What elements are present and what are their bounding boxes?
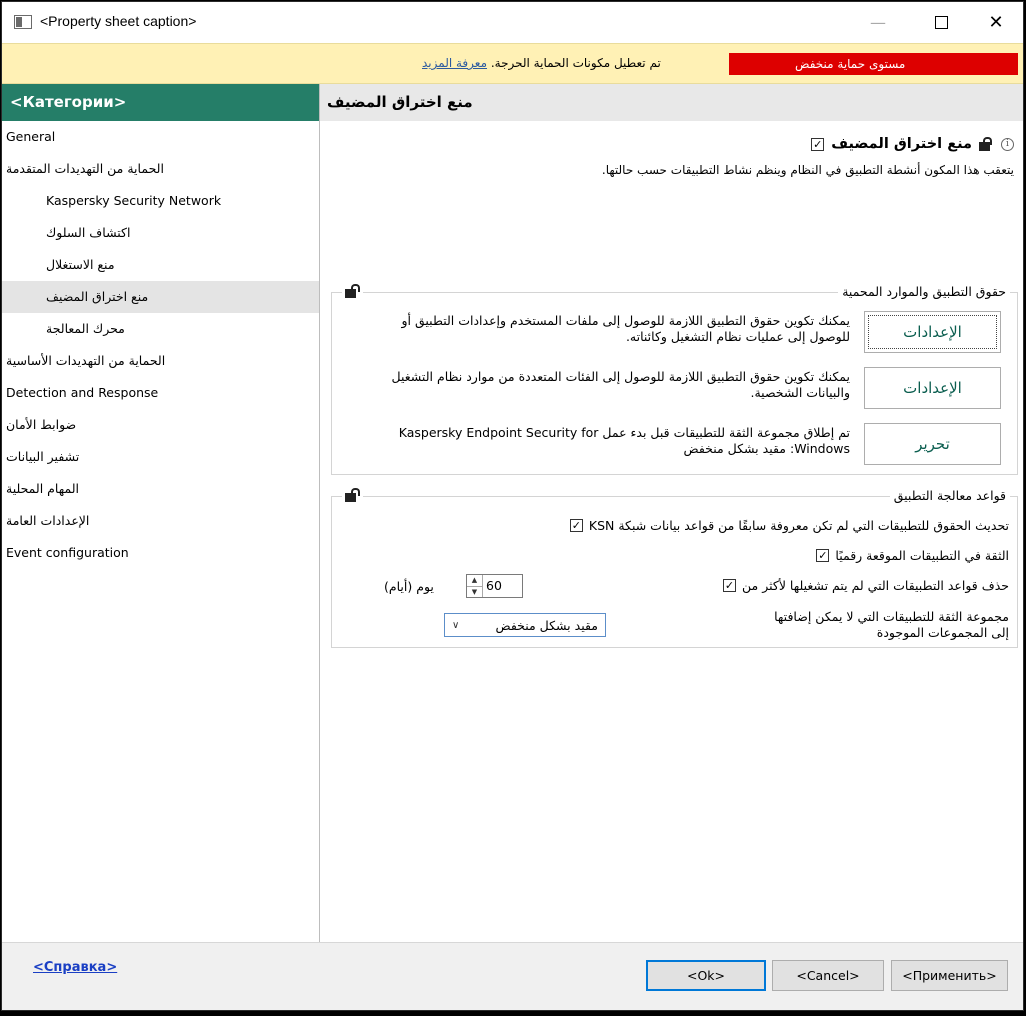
dialog-button-bar: <Справка> <Ok> <Cancel> <Применить>	[2, 942, 1023, 1010]
app-rights-group-title: حقوق التطبيق والموارد المحمية	[838, 284, 1010, 299]
app-processing-rules-group-title: قواعد معالجة التطبيق	[889, 488, 1010, 503]
open-lock-icon	[345, 284, 360, 298]
title-bar: <Property sheet caption> — ✕	[2, 2, 1023, 43]
sidebar-item[interactable]: General	[2, 121, 319, 153]
protection-warning-banner: تم تعطيل مكونات الحماية الحرجة. معرفة ال…	[2, 43, 1023, 84]
apply-button[interactable]: <Применить>	[891, 960, 1008, 991]
sidebar-item[interactable]: الحماية من التهديدات المتقدمة	[2, 153, 319, 185]
learn-more-link[interactable]: معرفة المزيد	[422, 56, 487, 70]
trust-group-edit-button[interactable]: تحرير	[864, 423, 1001, 465]
file-rights-settings-button[interactable]: الإعدادات	[864, 311, 1001, 353]
default-trust-group-label: مجموعة الثقة للتطبيقات التي لا يمكن إضاف…	[774, 609, 1009, 640]
sidebar-item[interactable]: الحماية من التهديدات الأساسية	[2, 345, 319, 377]
group-lock-icon-rules[interactable]	[342, 488, 363, 506]
cancel-button[interactable]: <Cancel>	[772, 960, 884, 991]
trust-signed-checkbox[interactable]: ✓	[816, 548, 830, 562]
file-rights-description: يمكنك تكوين حقوق التطبيق اللازمة للوصول …	[401, 313, 851, 344]
sidebar-item[interactable]: Event configuration	[2, 537, 319, 569]
lock-icon[interactable]	[979, 137, 994, 151]
page-title: منع اختراق المضيف	[327, 93, 473, 111]
sidebar-item[interactable]: الإعدادات العامة	[2, 505, 319, 537]
update-rights-row: ✓ تحديث الحقوق للتطبيقات التي لم تكن معر…	[569, 514, 1009, 536]
sidebar-item[interactable]: اكتشاف السلوك	[2, 217, 319, 249]
app-rights-group: حقوق التطبيق والموارد المحمية الإعدادات …	[331, 284, 1018, 475]
open-lock-icon	[345, 488, 360, 502]
property-sheet-window: <Property sheet caption> — ✕ تم تعطيل مك…	[1, 1, 1024, 1011]
trust-group-description: تم إطلاق مجموعة الثقة للتطبيقات قبل بدء …	[398, 425, 850, 456]
app-window-icon	[14, 15, 32, 29]
component-label: منع اختراق المضيف	[831, 136, 972, 152]
delete-rules-row: ✓ حذف قواعد التطبيقات التي لم يتم تشغيله…	[723, 574, 1009, 596]
category-sidebar: <Категории> General الحماية من التهديدات …	[2, 84, 320, 942]
component-enable-checkbox[interactable]: ✓	[811, 137, 825, 151]
spin-arrows: ▲ ▼	[467, 575, 483, 597]
app-processing-rules-group: قواعد معالجة التطبيق ✓ تحديث الحقوق للتط…	[331, 488, 1018, 648]
maximize-icon	[934, 16, 948, 29]
file-rights-row: الإعدادات يمكنك تكوين حقوق التطبيق اللاز…	[332, 311, 1017, 355]
sidebar-item[interactable]: محرك المعالجة	[2, 313, 319, 345]
window-title: <Property sheet caption>	[40, 13, 197, 29]
chevron-down-icon: ∨	[452, 619, 460, 631]
ok-button[interactable]: <Ok>	[646, 960, 766, 991]
component-toggle-row: ✓ منع اختراق المضيف i	[811, 132, 1014, 156]
banner-message-text: تم تعطيل مكونات الحماية الحرجة.	[490, 56, 661, 70]
sidebar-item[interactable]: ضوابط الأمان	[2, 409, 319, 441]
resource-rights-description: يمكنك تكوين حقوق التطبيق اللازمة للوصول …	[391, 369, 850, 400]
close-button[interactable]: ✕	[973, 2, 1019, 43]
group-lock-icon-rights[interactable]	[342, 284, 363, 302]
protection-level-badge: مستوى حماية منخفض	[729, 53, 1018, 75]
sidebar-item[interactable]: تشفير البيانات	[2, 441, 319, 473]
days-spinbox[interactable]: ▲ ▼ 60	[466, 574, 523, 598]
categories-header: <Категории>	[2, 84, 319, 121]
default-trust-group-value: مقيد بشكل منخفض	[495, 617, 598, 633]
resource-rights-row: الإعدادات يمكنك تكوين حقوق التطبيق اللاز…	[332, 367, 1017, 411]
trust-group-row: تحرير تم إطلاق مجموعة الثقة للتطبيقات قب…	[332, 423, 1017, 467]
sidebar-item[interactable]: Detection and Response	[2, 377, 319, 409]
spin-down-button[interactable]: ▼	[467, 585, 482, 598]
days-unit-label: يوم (أيام)	[384, 579, 434, 594]
update-rights-checkbox[interactable]: ✓	[569, 518, 583, 532]
settings-pane: منع اختراق المضيف ✓ منع اختراق المضيف i …	[320, 84, 1023, 942]
banner-message: تم تعطيل مكونات الحماية الحرجة. معرفة ال…	[422, 56, 661, 70]
delete-rules-checkbox[interactable]: ✓	[723, 578, 737, 592]
info-icon[interactable]: i	[1001, 137, 1014, 151]
category-list: General الحماية من التهديدات المتقدمة Kasp…	[2, 121, 319, 569]
sidebar-item[interactable]: Kaspersky Security Network	[2, 185, 319, 217]
days-value[interactable]: 60	[483, 575, 522, 597]
delete-rules-label: حذف قواعد التطبيقات التي لم يتم تشغيلها …	[742, 577, 1009, 593]
minimize-button[interactable]: —	[855, 2, 901, 43]
sidebar-item[interactable]: منع الاستغلال	[2, 249, 319, 281]
component-description: يتعقب هذا المكون أنشطة التطبيق في النظام…	[601, 163, 1014, 177]
update-rights-label: تحديث الحقوق للتطبيقات التي لم تكن معروف…	[588, 517, 1009, 533]
resource-rights-settings-button[interactable]: الإعدادات	[864, 367, 1001, 409]
spin-up-button[interactable]: ▲	[467, 575, 482, 586]
sidebar-item[interactable]: المهام المحلية	[2, 473, 319, 505]
trust-signed-label: الثقة في التطبيقات الموقعة رقميًا	[835, 547, 1009, 563]
help-link[interactable]: <Справка>	[33, 960, 117, 975]
sidebar-item[interactable]: منع اختراق المضيف	[2, 281, 319, 313]
page-title-bar: منع اختراق المضيف	[320, 84, 1023, 121]
trust-signed-row: ✓ الثقة في التطبيقات الموقعة رقميًا	[816, 544, 1009, 566]
default-trust-group-select[interactable]: مقيد بشكل منخفض ∨	[444, 613, 606, 637]
maximize-button[interactable]	[918, 2, 964, 43]
